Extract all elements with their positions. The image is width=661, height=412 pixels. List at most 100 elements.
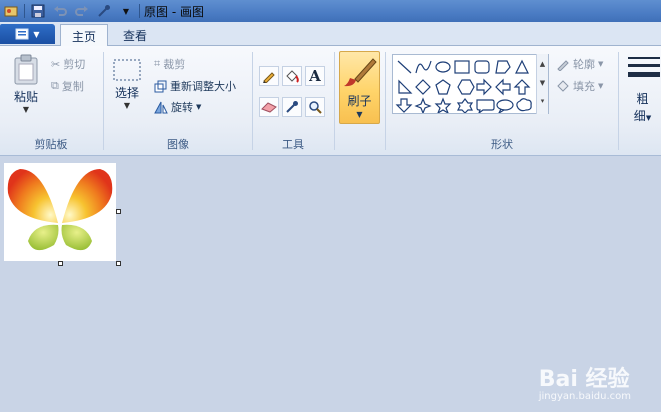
copy-label: 复制 [61, 80, 84, 93]
redo-icon[interactable] [74, 3, 90, 19]
text-tool[interactable]: A [305, 66, 325, 86]
magnifier-tool[interactable] [305, 97, 325, 117]
app-menu-icon [15, 28, 29, 40]
resize-handle-corner[interactable] [116, 261, 121, 266]
pentagon-shape-icon[interactable] [435, 79, 451, 95]
scroll-up-icon[interactable]: ▲ [537, 54, 548, 74]
shapes-gallery[interactable]: ▲ ▼ ▾ [392, 54, 549, 114]
rectangle-shape-icon[interactable] [454, 60, 470, 74]
clipboard-group: 粘贴 ▼ ✂ 剪切 ⧉ 复制 剪贴板 [0, 46, 102, 156]
ribbon: 粘贴 ▼ ✂ 剪切 ⧉ 复制 剪贴板 选择 ▼ ⌗ 裁剪 重新调整大小 旋转 ▼ 图 [0, 46, 661, 156]
undo-icon[interactable] [52, 3, 68, 19]
diamond-shape-icon[interactable] [415, 79, 431, 95]
tab-label: 主页 [71, 29, 96, 44]
quick-access-toolbar: ▼ 原图 - 画图 [0, 0, 204, 22]
save-icon[interactable] [30, 3, 46, 19]
copy-button[interactable]: ⧉ 复制 [51, 78, 84, 94]
tools-group-label: 工具 [282, 138, 304, 151]
eraser-tool[interactable] [259, 97, 279, 117]
outline-label: 轮廓 [573, 58, 595, 71]
crop-button[interactable]: ⌗ 裁剪 [154, 56, 185, 72]
pencil-icon [263, 72, 275, 83]
four-point-star-shape-icon[interactable] [414, 97, 432, 113]
eyedropper-icon [286, 101, 298, 113]
tab-view[interactable]: 查看 [112, 24, 158, 47]
size-label-line2: 细▼ [634, 107, 651, 124]
chevron-down-icon: ▼ [196, 103, 202, 111]
fill-tool[interactable] [282, 66, 302, 86]
oval-callout-shape-icon[interactable] [496, 99, 514, 113]
color-picker-tool[interactable] [282, 97, 302, 117]
resize-button[interactable]: 重新调整大小 [154, 78, 236, 94]
tools-group: A 工具 [253, 46, 333, 156]
cloud-callout-shape-icon[interactable] [516, 98, 532, 112]
right-triangle-shape-icon[interactable] [398, 79, 413, 94]
rounded-callout-shape-icon[interactable] [476, 99, 495, 113]
ribbon-tab-row: ▼ 主页 查看 [0, 22, 661, 47]
five-point-star-shape-icon[interactable] [434, 97, 452, 113]
resize-handle-bottom[interactable] [58, 261, 63, 266]
rounded-rectangle-shape-icon[interactable] [474, 60, 490, 74]
chevron-down-icon: ▼ [22, 105, 30, 114]
copy-icon: ⧉ [51, 79, 59, 92]
paint-bucket-icon [286, 70, 299, 83]
shapes-gallery-scroller[interactable]: ▲ ▼ ▾ [536, 54, 548, 114]
line-shape-icon[interactable] [397, 60, 412, 74]
customize-dropdown-icon[interactable]: ▼ [118, 3, 134, 19]
image-group: 选择 ▼ ⌗ 裁剪 重新调整大小 旋转 ▼ 图像 [104, 46, 252, 156]
resize-handle-right[interactable] [116, 209, 121, 214]
app-menu-button[interactable]: ▼ [0, 24, 55, 44]
chevron-down-icon: ▼ [598, 60, 604, 68]
drawing-canvas[interactable] [4, 163, 116, 261]
magnifier-icon [309, 101, 322, 114]
outline-button[interactable]: 轮廓 ▼ [556, 56, 603, 72]
pencil-tool[interactable] [259, 66, 279, 86]
expand-gallery-icon[interactable]: ▾ [537, 92, 548, 110]
image-group-label: 图像 [167, 138, 189, 151]
crop-label: 裁剪 [163, 58, 186, 71]
selection-icon [113, 59, 141, 81]
fill-label: 填充 [573, 80, 595, 93]
chevron-down-icon: ▼ [123, 101, 131, 110]
hexagon-shape-icon[interactable] [457, 79, 475, 95]
polygon-shape-icon[interactable] [495, 60, 511, 74]
brushes-button[interactable]: 刷子 ▼ [339, 51, 380, 124]
scissors-icon: ✂ [51, 57, 61, 71]
chevron-down-icon: ▼ [356, 110, 363, 119]
crop-icon: ⌗ [154, 57, 161, 70]
resize-icon [154, 80, 167, 92]
outline-brush-icon [557, 60, 569, 71]
toolbar-separator [24, 4, 25, 18]
color-picker-icon[interactable] [96, 3, 112, 19]
down-arrow-shape-icon[interactable] [395, 98, 413, 113]
paste-button[interactable]: 粘贴 ▼ [8, 54, 44, 114]
eraser-icon [261, 102, 277, 113]
six-point-star-shape-icon[interactable] [456, 98, 474, 113]
brushes-label: 刷子 [347, 94, 372, 108]
curve-shape-icon[interactable] [415, 60, 432, 74]
cut-button[interactable]: ✂ 剪切 [51, 56, 85, 72]
paintbrush-icon [344, 58, 377, 87]
right-arrow-shape-icon[interactable] [476, 78, 492, 96]
left-arrow-shape-icon[interactable] [495, 78, 511, 96]
window-title: 原图 - 画图 [144, 4, 204, 19]
chevron-down-icon: ▼ [645, 114, 652, 122]
size-label: 粗 [636, 92, 649, 106]
watermark-brand: Bai 经验 [538, 367, 630, 392]
triangle-shape-icon[interactable] [515, 59, 529, 74]
oval-shape-icon[interactable] [435, 61, 451, 73]
toolbar-separator [139, 4, 140, 18]
text-icon: A [309, 67, 321, 85]
paste-label: 粘贴 [13, 90, 38, 104]
select-button[interactable]: 选择 ▼ [110, 58, 144, 110]
app-icon[interactable] [3, 3, 19, 19]
rotate-button[interactable]: 旋转 ▼ [154, 99, 201, 115]
up-arrow-shape-icon[interactable] [513, 79, 531, 95]
fill-button[interactable]: 填充 ▼ [556, 78, 603, 94]
tab-home[interactable]: 主页 [60, 24, 108, 47]
scroll-down-icon[interactable]: ▼ [537, 74, 548, 92]
size-button[interactable]: 粗 细▼ [624, 54, 661, 124]
clipboard-icon [14, 54, 38, 85]
baidu-watermark: Bai 经验 jingyan.baidu.com [539, 361, 631, 402]
shapes-group-label: 形状 [491, 138, 513, 151]
